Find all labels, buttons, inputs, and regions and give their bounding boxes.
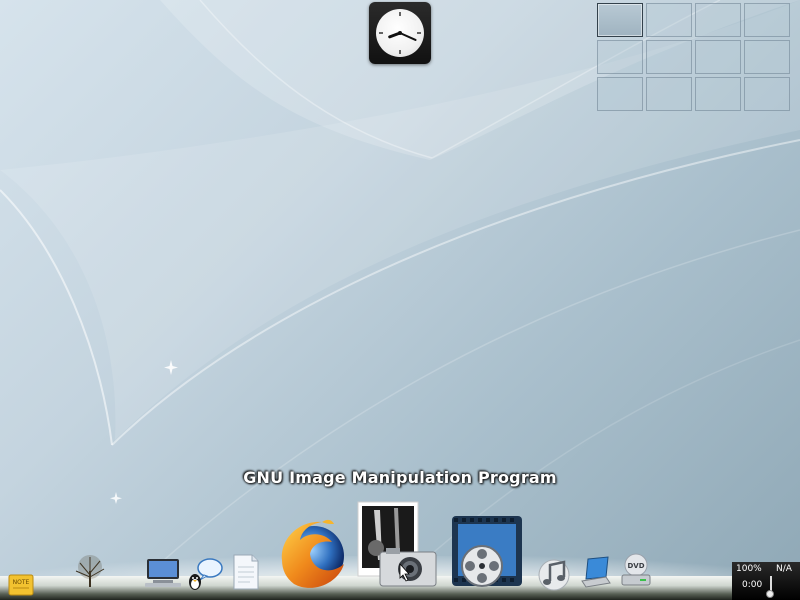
workspace-8[interactable] [744, 40, 790, 74]
firefox-icon[interactable] [272, 514, 352, 594]
workspace-3[interactable] [695, 3, 741, 37]
music-notes-icon[interactable] [536, 555, 576, 591]
workspace-5[interactable] [597, 40, 643, 74]
clock-face [376, 9, 424, 57]
workspace-11[interactable] [695, 77, 741, 111]
note-icon[interactable]: NOTE [8, 574, 34, 596]
workspace-10[interactable] [646, 77, 692, 111]
computer-icon[interactable] [143, 557, 183, 589]
gimp-camera-icon[interactable] [354, 500, 438, 590]
workspace-12[interactable] [744, 77, 790, 111]
battery-level-text: 100% [736, 564, 762, 574]
document-icon[interactable] [228, 553, 262, 591]
tray-status-text: N/A [776, 564, 792, 574]
workspace-pager [597, 3, 793, 113]
tray-time-text: 0:00 [742, 580, 763, 590]
chat-messenger-icon[interactable] [184, 556, 224, 592]
workspace-7[interactable] [695, 40, 741, 74]
workspace-1[interactable] [597, 3, 643, 37]
clock-widget[interactable] [369, 2, 431, 64]
clock-minute-hand [399, 32, 417, 41]
workspace-4[interactable] [744, 3, 790, 37]
workspace-6[interactable] [646, 40, 692, 74]
workspace-9[interactable] [597, 77, 643, 111]
laptop-icon[interactable] [578, 555, 614, 589]
dvd-icon-label: DVD [627, 562, 644, 570]
tree-wallpaper-icon[interactable] [68, 553, 112, 589]
system-tray: 100% 0:00 N/A [732, 562, 800, 600]
note-icon-label: NOTE [13, 579, 30, 586]
volume-slider-knob[interactable] [766, 590, 774, 598]
workspace-2[interactable] [646, 3, 692, 37]
video-film-icon[interactable] [448, 512, 526, 592]
dock-tooltip-label: GNU Image Manipulation Program [243, 468, 557, 487]
dvd-drive-icon[interactable]: DVD [618, 553, 654, 587]
